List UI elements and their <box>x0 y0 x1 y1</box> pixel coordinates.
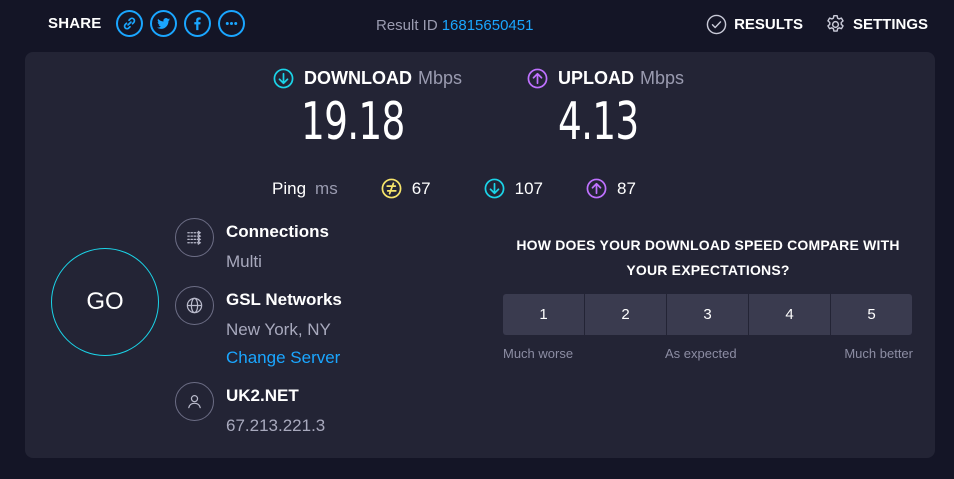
ping-label: Ping <box>272 178 307 198</box>
settings-link[interactable]: SETTINGS <box>825 14 928 35</box>
scale-mid-label: As expected <box>665 346 737 361</box>
share-group: SHARE <box>48 10 245 37</box>
ping-upload[interactable]: 87 <box>586 178 636 199</box>
result-panel: DOWNLOAD Mbps 19.18 UPLOAD Mbps 4.13 Pin… <box>25 52 935 458</box>
rating-scale-labels: Much worse As expected Much better <box>503 346 913 364</box>
rating-scale: 1 2 3 4 5 <box>503 294 912 335</box>
top-nav: RESULTS SETTINGS <box>706 14 928 35</box>
server-text: GSL Networks New York, NY Change Server <box>226 286 342 368</box>
result-id: Result ID 16815650451 <box>376 17 533 34</box>
ping-idle[interactable]: 67 <box>381 178 431 199</box>
isp-text: UK2.NET 67.213.221.3 <box>226 382 325 436</box>
link-icon <box>123 17 135 30</box>
ping-row: Ping ms 67 107 87 <box>272 178 636 199</box>
check-circle-icon <box>706 14 727 35</box>
settings-label: SETTINGS <box>852 16 928 33</box>
go-button[interactable]: GO <box>51 248 159 356</box>
idle-latency-icon <box>381 178 402 199</box>
scale-high-label: Much better <box>844 346 913 361</box>
isp-info: UK2.NET 67.213.221.3 <box>175 382 325 436</box>
upload-metric: UPLOAD Mbps 4.13 <box>527 68 684 153</box>
more-icon <box>225 22 237 25</box>
twitter-icon <box>156 18 170 29</box>
upload-value: 4.13 <box>558 92 639 152</box>
speedtest-page: SHARE Result ID 16815650451 RESULTS SETT… <box>0 0 954 479</box>
upload-unit: Mbps <box>640 68 685 88</box>
server-info: GSL Networks New York, NY Change Server <box>175 286 342 368</box>
download-arrow-icon <box>273 68 294 89</box>
upload-header: UPLOAD Mbps <box>527 68 684 89</box>
connections-icon <box>175 218 214 257</box>
share-twitter-button[interactable] <box>149 10 177 37</box>
rating-option-4[interactable]: 4 <box>749 294 830 335</box>
ping-upload-value: 87 <box>617 178 636 198</box>
rating-option-5[interactable]: 5 <box>831 294 912 335</box>
rating-option-1[interactable]: 1 <box>503 294 584 335</box>
rating-option-2[interactable]: 2 <box>585 294 666 335</box>
connections-value[interactable]: Multi <box>226 252 329 272</box>
results-label: RESULTS <box>734 16 803 33</box>
server-name: GSL Networks <box>226 290 342 309</box>
share-more-button[interactable] <box>217 10 245 37</box>
ping-download-value: 107 <box>514 178 543 198</box>
download-value: 19.18 <box>301 92 405 152</box>
connections-title: Connections <box>226 222 329 241</box>
facebook-icon <box>193 17 201 31</box>
ping-download[interactable]: 107 <box>484 178 543 199</box>
results-link[interactable]: RESULTS <box>706 14 803 35</box>
gear-icon <box>827 15 844 32</box>
share-link-button[interactable] <box>115 10 143 37</box>
isp-ip: 67.213.221.3 <box>226 416 326 435</box>
upload-arrow-icon <box>527 68 548 89</box>
download-metric: DOWNLOAD Mbps 19.18 <box>273 68 462 153</box>
globe-icon <box>175 286 214 325</box>
top-bar: SHARE Result ID 16815650451 RESULTS SETT… <box>0 0 954 52</box>
isp-name: UK2.NET <box>226 386 299 405</box>
ping-unit: ms <box>315 178 338 198</box>
download-header: DOWNLOAD Mbps <box>273 68 462 89</box>
server-location: New York, NY <box>226 320 331 339</box>
share-label: SHARE <box>48 15 102 32</box>
change-server-link[interactable]: Change Server <box>226 348 342 368</box>
share-facebook-button[interactable] <box>183 10 211 37</box>
connections-text: Connections Multi <box>226 218 329 272</box>
survey-question: HOW DOES YOUR DOWNLOAD SPEED COMPARE WIT… <box>516 237 900 278</box>
result-id-label: Result ID <box>376 17 438 34</box>
download-unit: Mbps <box>417 68 462 88</box>
rating-option-3[interactable]: 3 <box>667 294 748 335</box>
user-icon <box>175 382 214 421</box>
download-label: DOWNLOAD <box>304 68 412 88</box>
upload-label: UPLOAD <box>558 68 634 88</box>
scale-low-label: Much worse <box>503 346 574 361</box>
download-latency-icon <box>484 178 505 199</box>
result-id-value[interactable]: 16815650451 <box>442 17 534 34</box>
connections-info: Connections Multi <box>175 218 329 272</box>
ping-idle-value: 67 <box>411 178 431 198</box>
upload-latency-icon <box>586 178 607 199</box>
